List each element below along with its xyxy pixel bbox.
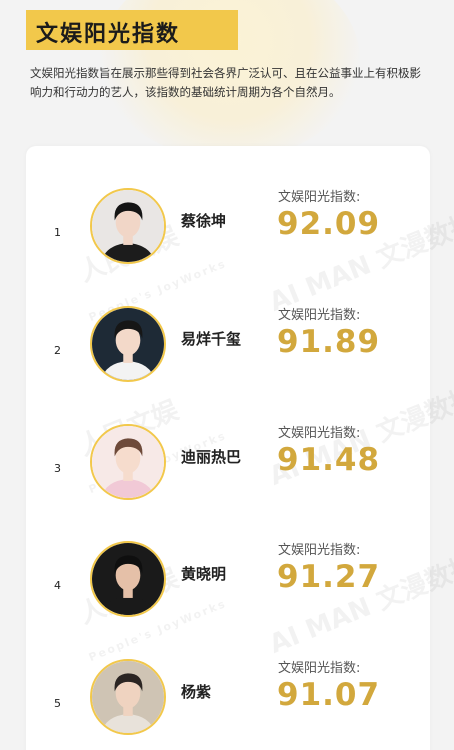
header: 文娱阳光指数 文娱阳光指数旨在展示那些得到社会各界广泛认可、且在公益事业上有积极… <box>0 0 454 150</box>
score-value: 92.09 <box>277 206 381 242</box>
artist-name: 蔡徐坤 <box>181 212 227 230</box>
portrait-icon <box>92 426 164 498</box>
portrait-icon <box>92 543 164 615</box>
rank-number: 5 <box>54 697 61 710</box>
score-label: 文娱阳光指数: <box>278 190 361 205</box>
score-label: 文娱阳光指数: <box>278 308 361 323</box>
artist-name: 迪丽热巴 <box>181 448 242 466</box>
score-value: 91.89 <box>277 324 381 360</box>
avatar[interactable] <box>90 541 166 617</box>
ranking-row: 4 黄晓明 文娱阳光指数: 91.27 <box>26 535 430 645</box>
avatar[interactable] <box>90 424 166 500</box>
rank-number: 2 <box>54 344 61 357</box>
rank-number: 4 <box>54 579 61 592</box>
score-value: 91.27 <box>277 559 381 595</box>
portrait-icon <box>92 190 164 262</box>
page-title: 文娱阳光指数 <box>36 22 181 47</box>
artist-name: 黄晓明 <box>181 565 227 583</box>
score-label: 文娱阳光指数: <box>278 543 361 558</box>
ranking-row: 2 易烊千玺 文娱阳光指数: 91.89 <box>26 300 430 410</box>
rank-number: 3 <box>54 462 61 475</box>
artist-name: 易烊千玺 <box>181 330 242 348</box>
intro-text: 文娱阳光指数旨在展示那些得到社会各界广泛认可、且在公益事业上有积极影响力和行动力… <box>30 66 421 99</box>
ranking-row: 1 蔡徐坤 文娱阳光指数: 92.09 <box>26 182 430 292</box>
score-value: 91.07 <box>277 677 381 713</box>
ranking-card: 人民文娱 People's JoyWorks AI MAN 文漫数据 人民文娱 … <box>26 146 454 750</box>
avatar[interactable] <box>90 659 166 735</box>
ranking-row: 3 迪丽热巴 文娱阳光指数: 91.48 <box>26 418 430 528</box>
ranking-row: 5 杨紫 文娱阳光指数: 91.07 <box>26 653 430 750</box>
portrait-icon <box>92 308 164 380</box>
artist-name: 杨紫 <box>181 683 212 701</box>
portrait-icon <box>92 661 164 733</box>
score-label: 文娱阳光指数: <box>278 426 361 441</box>
score-label: 文娱阳光指数: <box>278 661 361 676</box>
rank-number: 1 <box>54 226 61 239</box>
avatar[interactable] <box>90 188 166 264</box>
score-value: 91.48 <box>277 442 381 478</box>
avatar[interactable] <box>90 306 166 382</box>
